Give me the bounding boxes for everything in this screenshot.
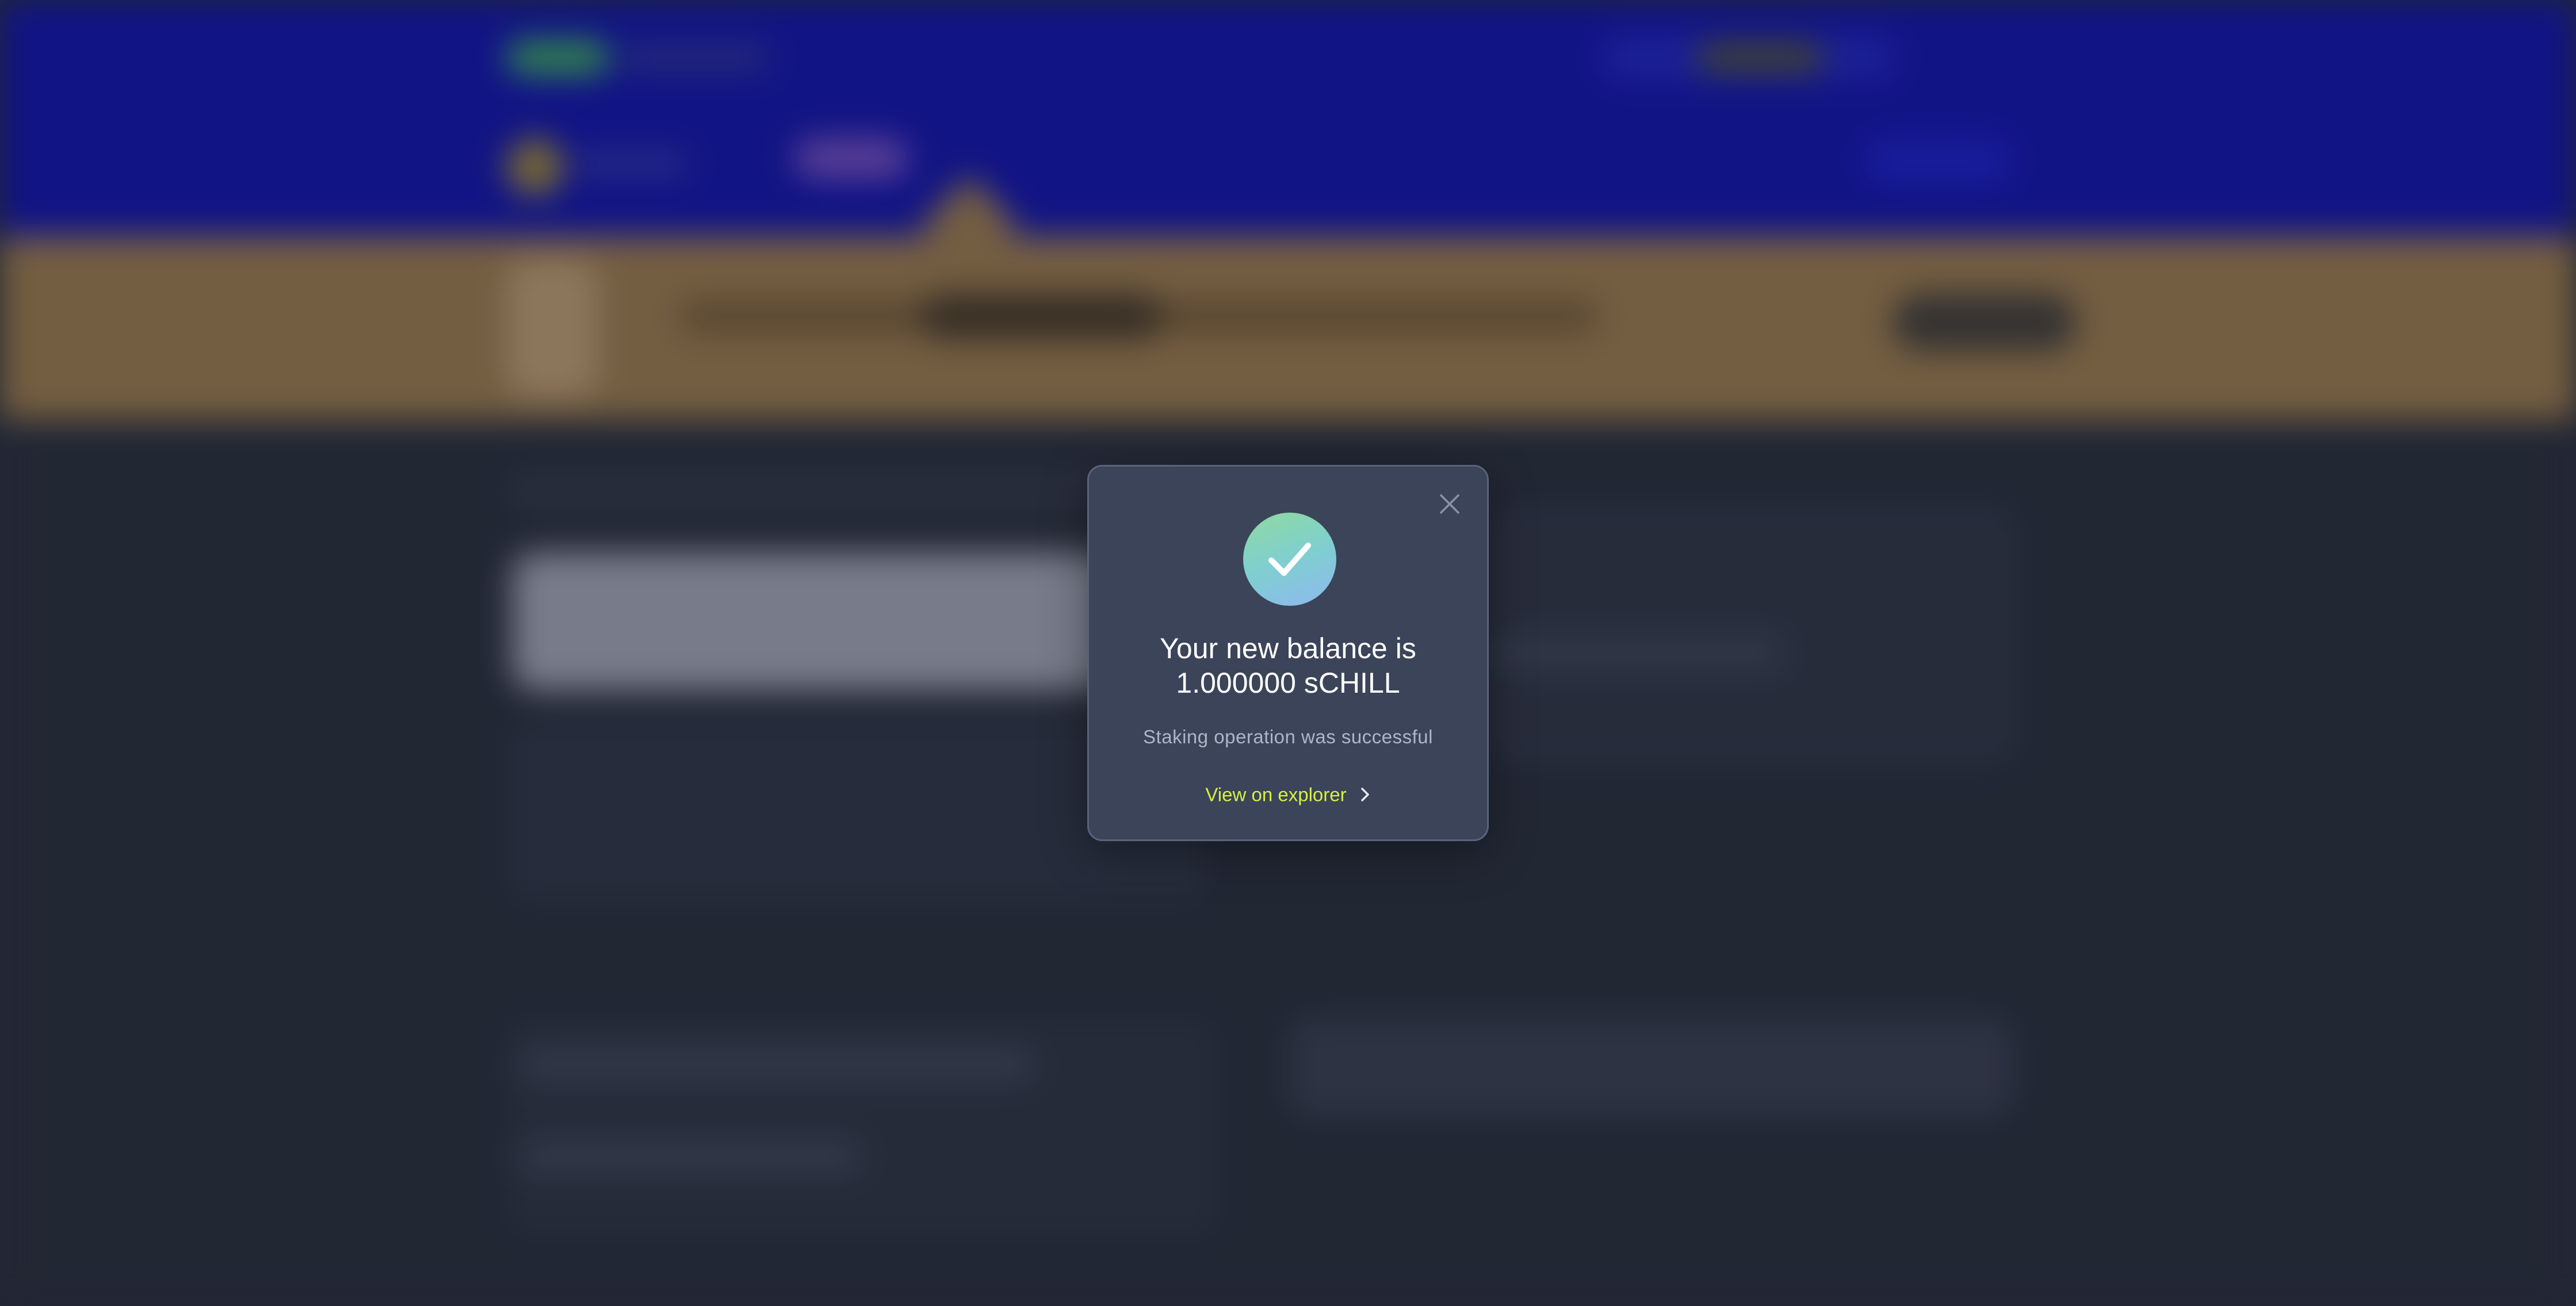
success-message: Staking operation was successful <box>1143 726 1433 747</box>
balance-title-amount: 1.000000 sCHILL <box>1176 667 1400 699</box>
success-badge <box>1243 513 1336 606</box>
close-button[interactable] <box>1435 490 1464 518</box>
view-on-explorer-label: View on explorer <box>1205 784 1347 805</box>
chevron-right-icon <box>1360 788 1369 802</box>
view-on-explorer-link[interactable]: View on explorer <box>1089 782 1487 806</box>
balance-title-line1: Your new balance is <box>1160 632 1416 665</box>
success-modal: Your new balance is 1.000000 sCHILL Stak… <box>1087 465 1489 841</box>
close-icon <box>1440 494 1459 514</box>
checkmark-icon <box>1268 543 1311 576</box>
balance-title: Your new balance is 1.000000 sCHILL <box>1089 631 1487 700</box>
